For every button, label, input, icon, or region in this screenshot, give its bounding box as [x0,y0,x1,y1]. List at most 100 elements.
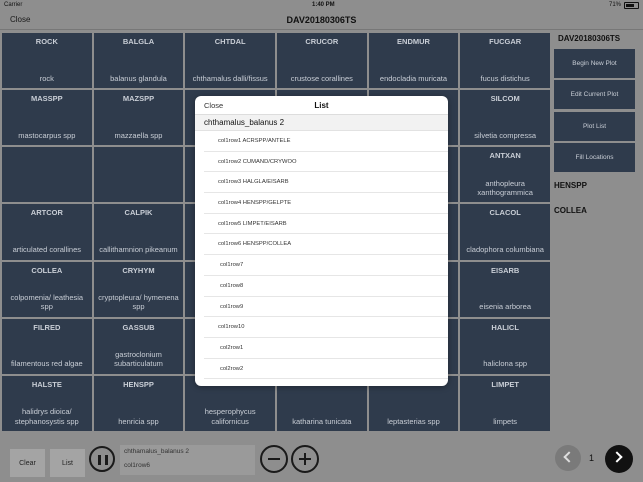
clear-button[interactable]: Clear [10,449,45,477]
grid-cell[interactable]: MAZSPP mazzaella spp [93,90,184,146]
fill-locations-button[interactable]: Fill Locations [554,143,635,172]
cell-species-name: cryptopleura/ hymenena spp [98,292,179,312]
cell-code: HALICL [491,322,519,332]
edit-current-plot-button[interactable]: Edit Current Plot [554,80,635,109]
list-item[interactable]: col1row6 HENSPP/COLLEA [204,234,448,256]
grid-cell[interactable]: CALPIK callithamnion pikeanum [93,204,184,260]
list-item-label: col2row1 [220,344,244,351]
next-page-button[interactable] [605,445,633,473]
grid-cell[interactable]: MASSPP mastocarpus spp [2,90,92,146]
grid-cell[interactable]: HALICL haliclona spp [460,318,550,374]
list-item[interactable]: col2row1 [204,338,448,359]
cell-species-name: callithamnion pikeanum [99,245,178,255]
list-item-label: col1row10 [218,324,245,331]
grid-cell[interactable]: COLLEA colpomenia/ leathesia spp [2,261,92,317]
list-item[interactable]: col1row8 [204,276,448,297]
grid-cell[interactable]: CRYHYM cryptopleura/ hymenena spp [93,261,184,317]
cell-species-name: balanus glandula [110,73,167,83]
cell-species-name: silvetia compressa [474,130,536,140]
grid-cell[interactable]: ARTCOR articulated corallines [2,204,92,260]
list-modal: Close List chthamalus_balanus 2 col1row1… [195,96,448,386]
minus-button[interactable] [260,445,288,473]
cell-code: COLLEA [31,265,63,275]
list-item-label: col2row2 [220,365,244,372]
cell-code: CRYHYM [122,265,155,275]
grid-cell[interactable]: BALGLA balanus glandula [93,33,184,89]
cell-species-name: filamentous red algae [10,359,83,369]
cell-code: BALGLA [122,37,155,46]
grid-cell[interactable]: ANTXAN anthopleura xanthogrammica [460,147,550,203]
list-item-label: col1row4 HENSPP/GELPTE [218,200,292,207]
status-bar: Carrier 1:40 PM 71% [0,0,643,12]
cell-code: MASSPP [30,94,63,104]
grid-cell[interactable]: CHTDAL chthamalus dalli/fissus [185,33,275,89]
list-item-label: col1row2 CUMAND/CRYWOO [218,158,297,165]
list-item-label: col1row6 HENSPP/COLLEA [218,241,292,248]
plot-list-button[interactable]: Plot List [554,112,635,141]
pause-button[interactable] [89,446,115,472]
list-item-label: col1row9 [220,303,244,310]
plus-button[interactable] [291,445,319,473]
chevron-left-icon [563,451,575,463]
cell-code: GASSUB [122,322,155,332]
list-item[interactable]: col1row5 LIMPET/EISARB [204,214,448,235]
previous-page-button[interactable] [555,445,581,471]
cell-list: col1row1 ACRSPP/ANTELE col1row2 CUMAND/CR… [195,131,448,386]
selected-species-1: HENSPP [554,181,587,190]
cell-code: ANTXAN [489,151,521,161]
list-item[interactable]: col1row10 [204,317,448,338]
list-item[interactable]: col1row3 HALGLA/EISARB [204,172,448,194]
grid-cell[interactable] [93,147,184,203]
list-button[interactable]: List [50,449,85,477]
list-item[interactable]: col2row2 [204,359,448,380]
grid-cell[interactable]: EISARB eisenia arborea [460,261,550,317]
grid-cell[interactable]: CRUCOR crustose corallines [276,33,367,89]
grid-cell[interactable]: HALSTE halidrys dioica/ stephanosystis sp… [2,375,92,431]
list-item[interactable]: col1row4 HENSPP/GELPTE [204,193,448,214]
cell-code: HALSTE [31,379,62,389]
list-item[interactable]: col1row1 ACRSPP/ANTELE [204,131,448,152]
cell-code: FUCGAR [489,37,522,46]
grid-cell[interactable]: FUCGAR fucus distichus [460,33,550,89]
cell-species-name: chthamalus dalli/fissus [192,73,268,83]
list-item[interactable]: col2row3 [204,379,448,386]
nav-bar: Close DAV20180306TS [0,12,643,30]
clock: 1:40 PM [312,2,335,8]
cell-code: CHTDAL [214,37,246,46]
cell-species-name: cladophora columbiana [466,245,544,255]
grid-cell[interactable]: FILRED filamentous red algae [2,318,92,374]
cell-code: EISARB [490,265,520,275]
cell-code: MAZSPP [122,94,155,104]
cell-species-name: colpomenia/ leathesia spp [10,292,84,312]
cell-species-name: katharina tunicata [292,416,352,426]
begin-new-plot-button[interactable]: Begin New Plot [554,49,635,78]
cell-code: SILCOM [490,94,520,104]
pause-icon-bar [105,455,108,465]
grid-cell[interactable] [2,147,92,203]
grid-cell[interactable]: SILCOM silvetia compressa [460,90,550,146]
cell-species-name: limpets [493,416,518,426]
cell-code: CRUCOR [305,37,339,46]
current-cell: col1row6 [124,462,151,469]
cell-code: FILRED [33,322,61,332]
grid-cell[interactable]: LIMPET limpets [460,375,550,431]
sidebar-title: DAV20180306TS [558,34,621,43]
list-item[interactable]: col1row9 [204,297,448,318]
cell-species-name: mastocarpus spp [18,130,76,140]
sidebar: DAV20180306TS Begin New Plot Edit Curren… [552,30,643,442]
grid-cell[interactable]: HENSPP henricia spp [93,375,184,431]
cell-code: LIMPET [491,379,519,389]
modal-title: List [314,101,329,110]
grid-cell[interactable]: ROCK rock [2,33,92,89]
battery-icon [624,2,639,9]
cell-species-name: mazzaella spp [114,130,163,140]
cell-species-name: endocladia muricata [379,73,448,83]
grid-cell[interactable]: CLACOL cladophora columbiana [460,204,550,260]
grid-cell[interactable]: GASSUB gastroclonium subarticulatum [93,318,184,374]
grid-cell[interactable]: ENDMUR endocladia muricata [368,33,459,89]
cell-species-name: henricia spp [118,416,159,426]
cell-species-name: gastroclonium subarticulatum [114,350,163,369]
list-item[interactable]: col1row2 CUMAND/CRYWOO [204,152,448,173]
carrier-label: Carrier [4,2,23,8]
list-item[interactable]: col1row7 [204,255,448,276]
